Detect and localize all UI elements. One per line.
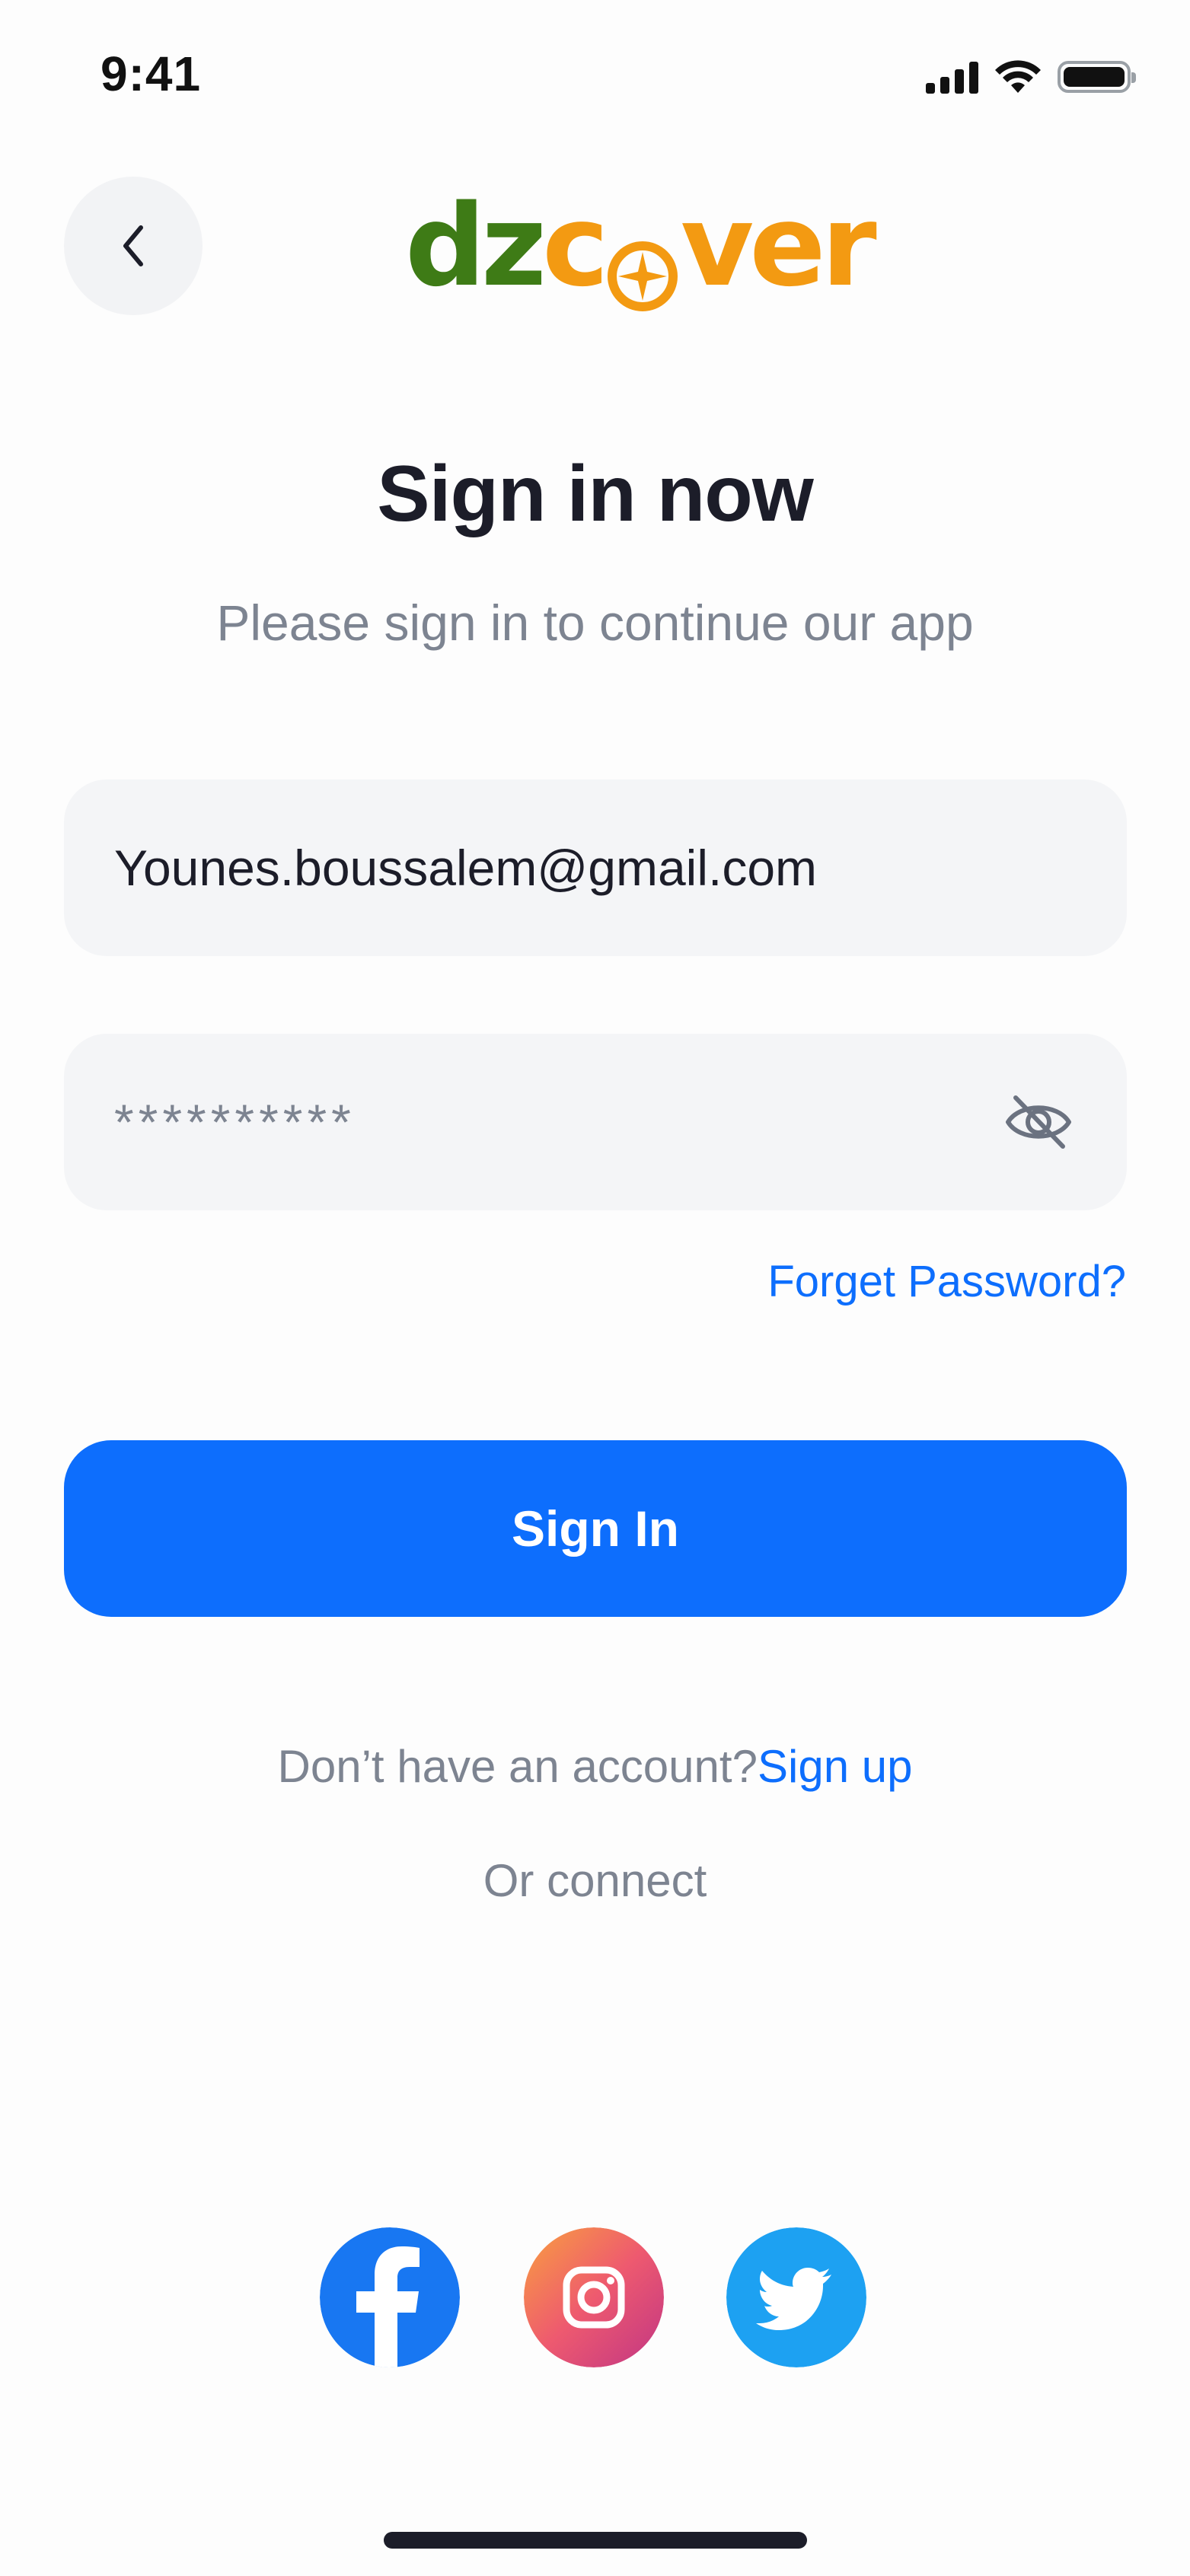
back-button[interactable] (64, 177, 203, 315)
email-value: Younes.boussalem@gmail.com (114, 840, 818, 896)
twitter-icon (726, 2227, 866, 2367)
chevron-left-icon (123, 225, 143, 266)
facebook-button[interactable] (320, 2227, 460, 2367)
sign-up-link[interactable]: Sign up (758, 1741, 913, 1792)
page-subtitle: Please sign in to continue our app (216, 595, 974, 651)
password-field[interactable]: ********** (64, 1034, 1127, 1210)
account-prompt-text: Don’t have an account? (277, 1741, 758, 1792)
email-field[interactable]: Younes.boussalem@gmail.com (64, 779, 1127, 956)
battery-icon (1058, 61, 1136, 93)
wifi-icon (995, 60, 1041, 93)
password-visibility-toggle[interactable] (1000, 1084, 1077, 1160)
forgot-password-link[interactable]: Forget Password? (767, 1256, 1126, 1307)
home-indicator (384, 2532, 807, 2549)
status-time: 9:41 (100, 46, 202, 101)
instagram-button[interactable] (524, 2227, 664, 2367)
instagram-icon (524, 2227, 664, 2367)
account-prompt: Don’t have an account?Sign up (0, 1740, 1190, 1793)
twitter-button[interactable] (726, 2227, 866, 2367)
eye-off-icon (1006, 1095, 1071, 1149)
sign-in-button[interactable]: Sign In (64, 1440, 1127, 1617)
cellular-signal-icon (926, 60, 978, 94)
compass-icon (606, 217, 679, 311)
status-icons (926, 59, 1136, 94)
password-value: ********** (114, 1094, 356, 1150)
app-logo: dz c ver (405, 180, 877, 311)
or-connect-label: Or connect (483, 1855, 707, 1906)
page-title: Sign in now (377, 450, 813, 538)
facebook-icon (320, 2227, 460, 2367)
